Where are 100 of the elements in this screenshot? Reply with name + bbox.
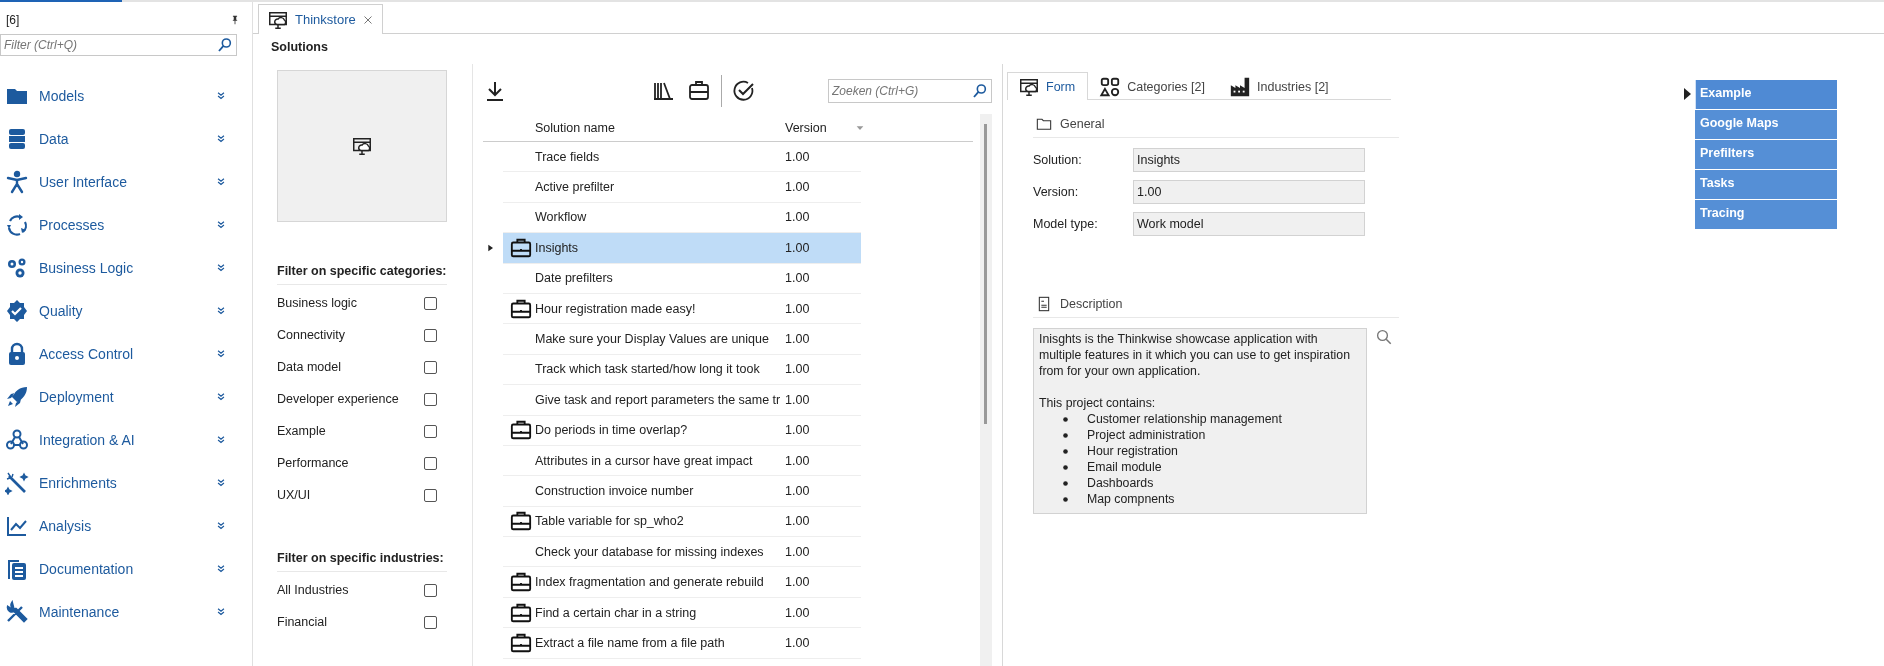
table-cell-text: Make sure your Display Values are unique: [535, 332, 770, 347]
table-row[interactable]: Give task and report parameters the same tr 1.00: [503, 385, 861, 416]
checkbox[interactable]: [424, 296, 437, 310]
table-row[interactable]: Date prefilters 1.00: [503, 263, 861, 294]
bullet-icon: [1063, 480, 1068, 486]
table-cell-text: Insights: [535, 240, 580, 255]
sidebar-item[interactable]: Deployment: [0, 375, 252, 418]
table-row[interactable]: Hour registration made easy! 1.00: [503, 293, 861, 325]
table-row[interactable]: Index fragmentation and generate rebuild 1.00: [503, 567, 861, 598]
list-item-text: Email module: [1087, 459, 1162, 475]
double-chevron-icon[interactable]: [216, 176, 226, 187]
text-area[interactable]: Inisghts is the Thinkwise showcase application with multiple features in it which you can use to get inspiration from for your own application. This project contains: Customer relationship management Project administration Hour registration Email module Dashboards Map compnents: [1033, 328, 1367, 514]
toolbar-button[interactable]: [732, 79, 756, 103]
filter-label: All Industries: [277, 583, 349, 597]
table-row[interactable]: Attributes in a cursor have great impact 1.00: [503, 445, 861, 477]
table-cell-text: Find a certain char in a string: [535, 605, 698, 620]
double-chevron-icon[interactable]: [216, 219, 226, 230]
table-row[interactable]: Trace fields 1.00: [503, 142, 861, 173]
table-cell: 1.00: [785, 605, 810, 620]
list-item-text: Map compnents: [1087, 491, 1175, 507]
sidebar-item[interactable]: Access Control: [0, 332, 252, 375]
table-row[interactable]: Table variable for sp_who2 1.00: [503, 506, 861, 538]
table-row[interactable]: Extract a file name from a file path 1.00: [503, 628, 861, 659]
table-cell-text: Hour registration made easy!: [535, 301, 697, 316]
sidebar-item[interactable]: User Interface: [0, 160, 252, 203]
sidebar-item[interactable]: Documentation: [0, 547, 252, 590]
table-cell: 1.00: [785, 271, 810, 286]
table-cell: 1.00: [785, 149, 810, 164]
sidebar-item[interactable]: Models: [0, 74, 252, 117]
search-icon[interactable]: [1375, 328, 1393, 346]
close-icon[interactable]: [361, 13, 374, 26]
filter-field[interactable]: Filter (Ctrl+Q): [0, 34, 237, 56]
table-row[interactable]: Do periods in time overlap? 1.00: [503, 415, 861, 446]
checkbox[interactable]: [424, 488, 437, 502]
sidebar-item[interactable]: Data: [0, 117, 252, 160]
double-chevron-icon[interactable]: [216, 133, 226, 144]
search-field[interactable]: Zoeken (Ctrl+G): [828, 79, 992, 103]
sidebar-item[interactable]: Processes: [0, 203, 252, 246]
table-cell-text: Extract a file name from a file path: [535, 635, 726, 650]
magic-wand-icon: [5, 470, 29, 495]
tools-icon: [5, 599, 29, 624]
column-header[interactable]: Solution name: [535, 120, 785, 135]
document-tab[interactable]: Thinkstore: [258, 4, 383, 34]
check-badge-icon: [5, 298, 29, 323]
sidebar-item[interactable]: Enrichments: [0, 461, 252, 504]
table-row[interactable]: Active prefilter 1.00: [503, 172, 861, 203]
search-icon[interactable]: [972, 83, 988, 99]
checkbox[interactable]: [424, 360, 437, 374]
checkbox[interactable]: [424, 615, 437, 629]
table-cell-text: Date prefilters: [535, 271, 614, 286]
page-title: Solutions: [270, 39, 329, 56]
double-chevron-icon[interactable]: [216, 262, 226, 273]
table-row[interactable]: Check your database for missing indexes 1.00: [503, 537, 861, 568]
checkbox[interactable]: [424, 392, 437, 406]
table-cell-text: Active prefilter: [535, 180, 616, 195]
input-field[interactable]: Insights: [1133, 148, 1365, 172]
double-chevron-icon[interactable]: [216, 606, 226, 617]
table-row[interactable]: Track which task started/how long it took 1.00: [503, 354, 861, 386]
table-cell: 1.00: [785, 332, 810, 347]
checkbox[interactable]: [424, 583, 437, 597]
sidebar-item[interactable]: Analysis: [0, 504, 252, 547]
double-chevron-icon[interactable]: [216, 348, 226, 359]
filter-heading: Filter on specific industries:: [277, 551, 447, 572]
double-chevron-icon[interactable]: [216, 305, 226, 316]
list-item[interactable]: Example: [1683, 80, 1837, 110]
input-field[interactable]: 1.00: [1133, 180, 1365, 204]
list-item-text: Customer relationship management: [1087, 411, 1282, 427]
rocket-icon: [5, 384, 29, 409]
sidebar-item[interactable]: Quality: [0, 289, 252, 332]
column-header[interactable]: Version: [785, 120, 855, 135]
tab[interactable]: Form: [1007, 72, 1089, 100]
table-cell: 1.00: [785, 484, 810, 498]
table-row[interactable]: Make sure your Display Values are unique 1.00: [503, 324, 861, 355]
checkbox[interactable]: [424, 456, 437, 470]
double-chevron-icon[interactable]: [216, 391, 226, 402]
sidebar-item[interactable]: Maintenance: [0, 590, 252, 633]
scrollbar[interactable]: [980, 114, 992, 666]
sidebar-item[interactable]: Business Logic: [0, 246, 252, 289]
tab[interactable]: Industries [2]: [1218, 72, 1342, 100]
tab[interactable]: Categories [2]: [1088, 72, 1218, 100]
table-row[interactable]: Find a certain char in a string 1.00: [503, 597, 861, 629]
double-chevron-icon[interactable]: [216, 520, 226, 531]
table-cell: 1.00: [785, 575, 810, 590]
double-chevron-icon[interactable]: [216, 90, 226, 101]
checkbox[interactable]: [424, 328, 437, 342]
table-row[interactable]: Construction invoice number 1.00: [503, 476, 861, 507]
filter-label: Performance: [277, 456, 349, 470]
toolbar-button[interactable]: [687, 79, 711, 103]
bullet-icon: [1063, 448, 1068, 454]
row-pointer-icon: [487, 242, 495, 253]
sidebar-item[interactable]: Integration & AI: [0, 418, 252, 461]
double-chevron-icon[interactable]: [216, 563, 226, 574]
input-field[interactable]: Work model: [1133, 212, 1365, 236]
search-icon[interactable]: [217, 37, 233, 53]
checkbox[interactable]: [424, 424, 437, 438]
double-chevron-icon[interactable]: [216, 434, 226, 445]
table-cell: 1.00: [785, 392, 810, 407]
double-chevron-icon[interactable]: [216, 477, 226, 488]
bullet-icon: [1063, 416, 1068, 422]
factory-icon: [1229, 75, 1251, 98]
